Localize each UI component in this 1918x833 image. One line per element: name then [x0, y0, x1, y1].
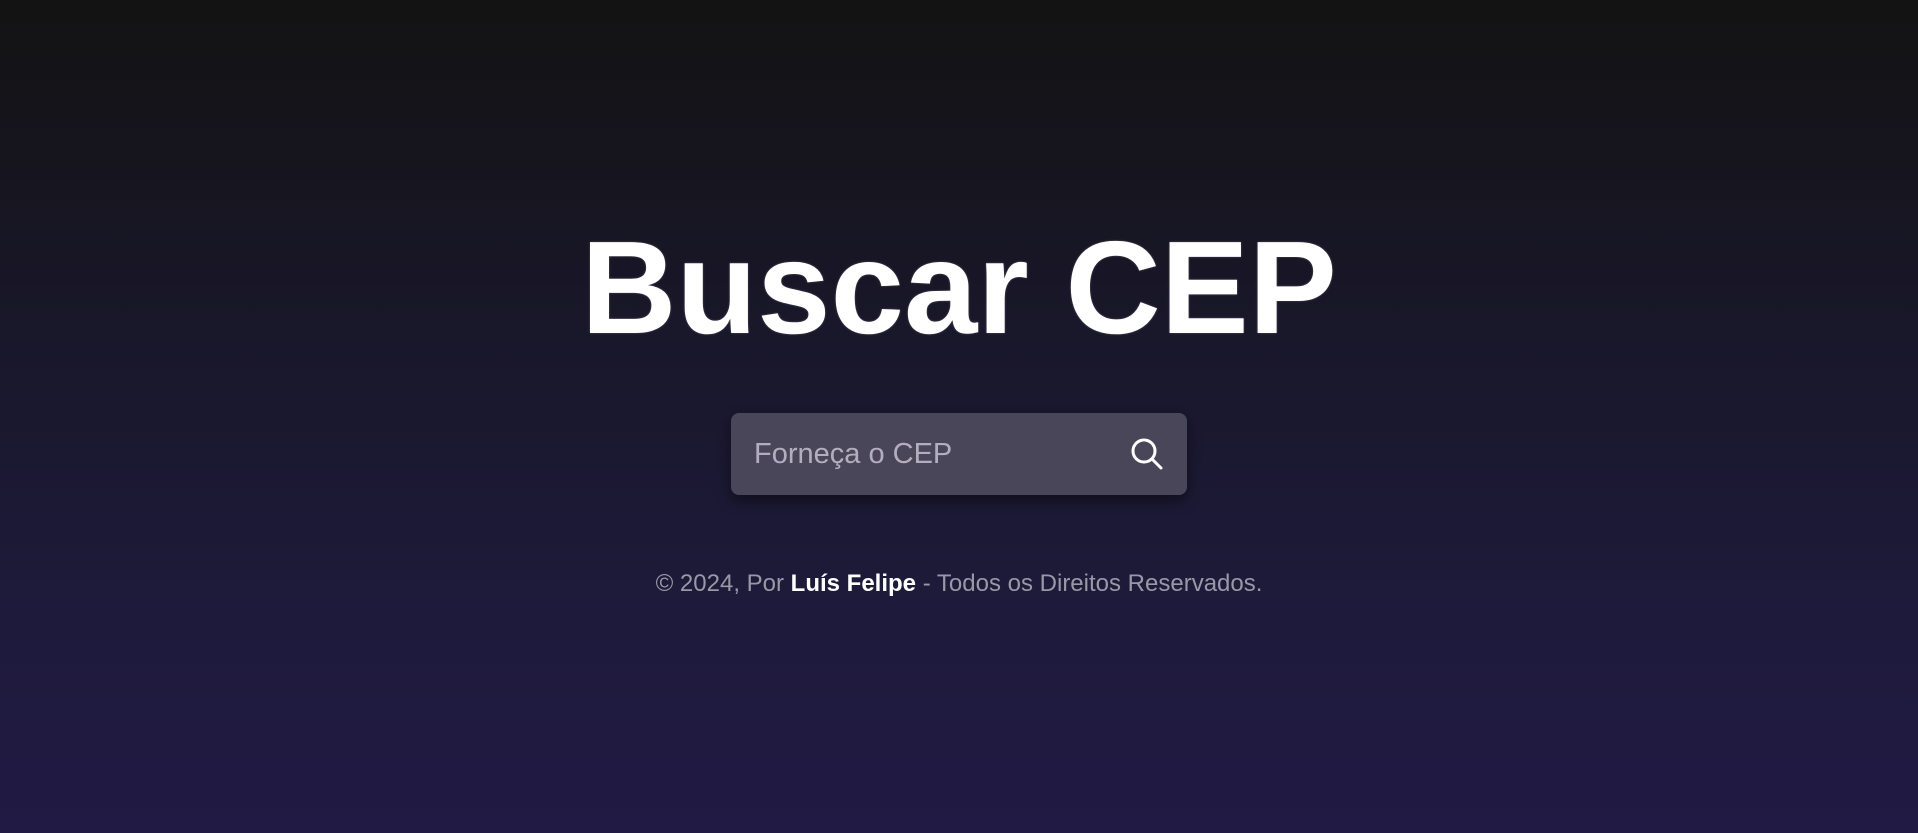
cep-input[interactable] [731, 413, 1114, 495]
search-box [731, 413, 1187, 495]
page-title: Buscar CEP [581, 214, 1337, 361]
footer-copyright: © 2024, Por [655, 570, 791, 597]
footer: © 2024, Por Luís Felipe - Todos os Direi… [0, 568, 1918, 600]
footer-rights: - Todos os Direitos Reservados. [916, 570, 1263, 597]
search-button[interactable] [1127, 434, 1167, 474]
search-icon [1131, 438, 1163, 470]
footer-author: Luís Felipe [790, 570, 917, 597]
